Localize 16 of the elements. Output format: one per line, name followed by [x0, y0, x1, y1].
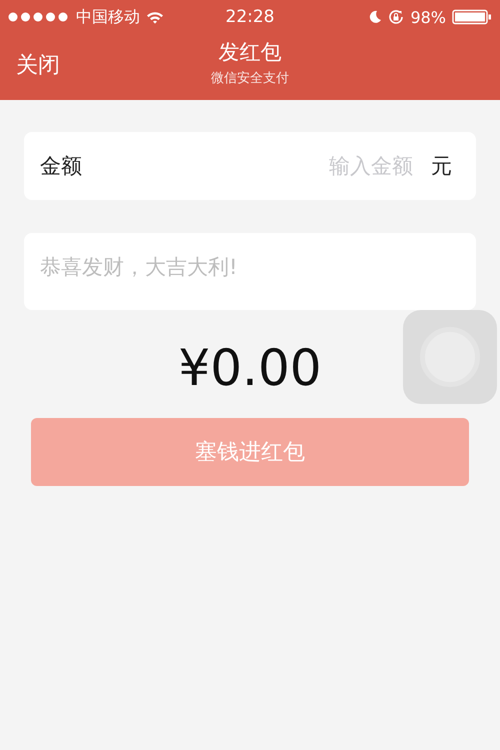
page-subtitle: 微信安全支付: [211, 70, 289, 87]
page-title: 发红包: [218, 39, 282, 66]
close-link[interactable]: 关闭: [16, 50, 60, 80]
status-time: 22:28: [226, 7, 274, 27]
message-field[interactable]: 恭喜发财，大吉大利!: [24, 233, 476, 310]
rotation-lock-icon: [388, 9, 404, 25]
wifi-icon: [146, 10, 164, 24]
signal-icon: [8, 12, 70, 22]
total-amount: ¥0.00: [177, 338, 323, 398]
battery-icon: [452, 9, 492, 25]
carrier-name: 中国移动: [76, 6, 140, 28]
moon-icon: [368, 10, 382, 24]
assistive-touch-button[interactable]: [403, 310, 497, 404]
amount-label: 金额: [40, 153, 82, 180]
battery-percent: 98%: [410, 8, 446, 26]
currency-unit: 元: [431, 153, 452, 180]
